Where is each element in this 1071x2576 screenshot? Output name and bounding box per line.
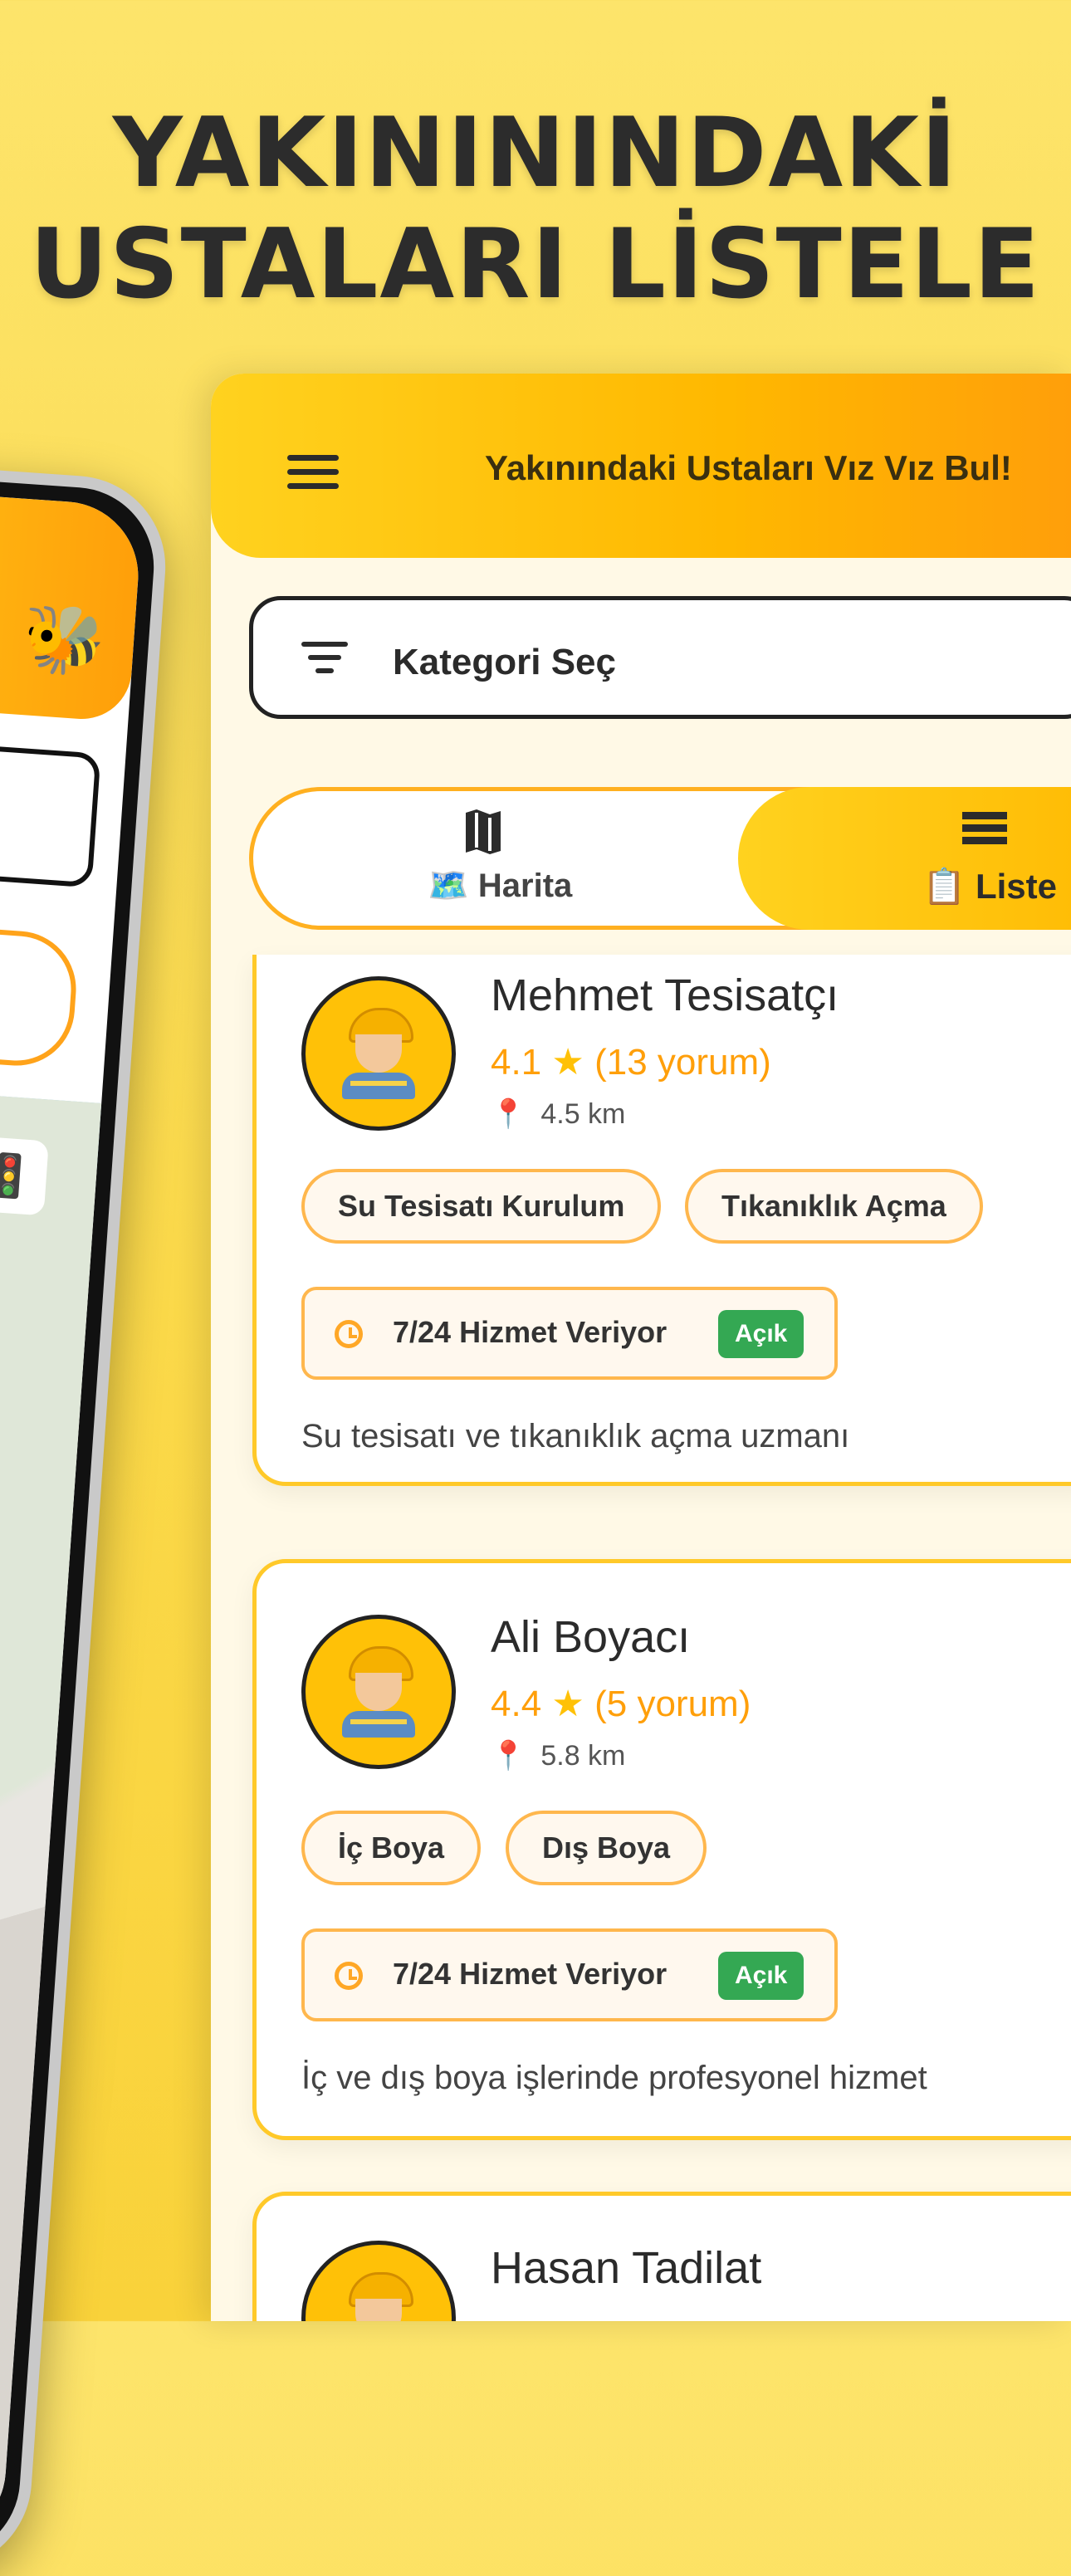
professional-name: Mehmet Tesisatçı <box>491 970 839 1020</box>
clock-icon <box>335 1962 363 1990</box>
filter-icon <box>301 642 348 675</box>
category-select[interactable]: Kategori Seç <box>249 596 1071 719</box>
tab-map-label: 🗺️ Harita <box>428 868 573 904</box>
list-icon <box>962 812 1007 848</box>
service-chip[interactable]: Tıkanıklık Açma <box>685 1169 983 1244</box>
working-hours: 7/24 Hizmet Veriyor Açık <box>301 1287 838 1380</box>
service-chip[interactable]: Dış Boya <box>506 1811 707 1885</box>
tab-list[interactable]: 📋 Liste <box>738 787 1071 930</box>
professional-distance: 📍 5.8 km <box>491 1740 626 1772</box>
phone-screen: 🐝 🚦 <box>0 477 144 2548</box>
tab-map[interactable]: 🗺️ Harita <box>253 791 572 926</box>
star-icon: ★ <box>551 1684 584 1724</box>
phone-map <box>0 1073 102 2548</box>
app-screen: Yakınındaki Ustaları Vız Vız Bul! Katego… <box>211 374 1071 2321</box>
professional-card[interactable]: Hasan Tadilat <box>252 2192 1071 2321</box>
professional-rating: 4.4 ★ (5 yorum) <box>491 1684 751 1724</box>
service-chip[interactable]: Su Tesisatı Kurulum <box>301 1169 662 1244</box>
worker-avatar-icon <box>301 1615 456 1769</box>
status-badge: Açık <box>718 1952 804 2000</box>
map-icon <box>466 809 501 854</box>
hours-label: 7/24 Hizmet Veriyor <box>393 1957 668 1991</box>
professional-description: Su tesisatı ve tıkanıklık açma uzmanı <box>301 1418 850 1454</box>
view-tabs: 🗺️ Harita 📋 Liste <box>249 787 1071 930</box>
phone-mockup: 🐝 🚦 <box>0 448 172 2576</box>
app-header: Yakınındaki Ustaları Vız Vız Bul! <box>211 374 1071 558</box>
phone-header <box>0 477 144 723</box>
professional-name: Ali Boyacı <box>491 1612 691 1662</box>
professional-name: Hasan Tadilat <box>491 2243 762 2293</box>
star-icon: ★ <box>551 1042 584 1083</box>
working-hours: 7/24 Hizmet Veriyor Açık <box>301 1928 838 2021</box>
location-pin-icon: 📍 <box>491 1740 526 1772</box>
bee-icon: 🐝 <box>20 600 108 680</box>
phone-tabs-box <box>0 917 81 1070</box>
clock-icon <box>335 1320 363 1348</box>
headline-line-1: YAKINININDAKİ <box>112 97 959 209</box>
service-chip[interactable]: İç Boya <box>301 1811 482 1885</box>
promo-headline: YAKINININDAKİ USTALARI LİSTELE <box>0 98 1071 320</box>
location-pin-icon: 📍 <box>491 1098 526 1130</box>
tab-list-label: 📋 Liste <box>922 867 1057 906</box>
category-select-label: Kategori Seç <box>393 642 616 682</box>
worker-avatar-icon <box>301 2241 456 2321</box>
hours-label: 7/24 Hizmet Veriyor <box>393 1315 668 1349</box>
professional-rating: 4.1 ★ (13 yorum) <box>491 1042 771 1083</box>
phone-category-box <box>0 736 101 888</box>
professional-distance: 📍 4.5 km <box>491 1098 626 1130</box>
worker-avatar-icon <box>301 976 456 1131</box>
app-title: Yakınındaki Ustaları Vız Vız Bul! <box>485 448 1012 487</box>
traffic-light-icon: 🚦 <box>0 1136 49 1216</box>
professional-description: İç ve dış boya işlerinde profesyonel hiz… <box>301 2060 927 2096</box>
status-badge: Açık <box>718 1310 804 1358</box>
professional-card[interactable]: Ali Boyacı 4.4 ★ (5 yorum) 📍 5.8 km İç Bo… <box>252 1559 1071 2140</box>
professional-card[interactable]: Mehmet Tesisatçı 4.1 ★ (13 yorum) 📍 4.5 k… <box>252 955 1071 1486</box>
headline-line-2: USTALARI LİSTELE <box>29 208 1042 320</box>
hamburger-menu-icon[interactable] <box>287 455 339 490</box>
